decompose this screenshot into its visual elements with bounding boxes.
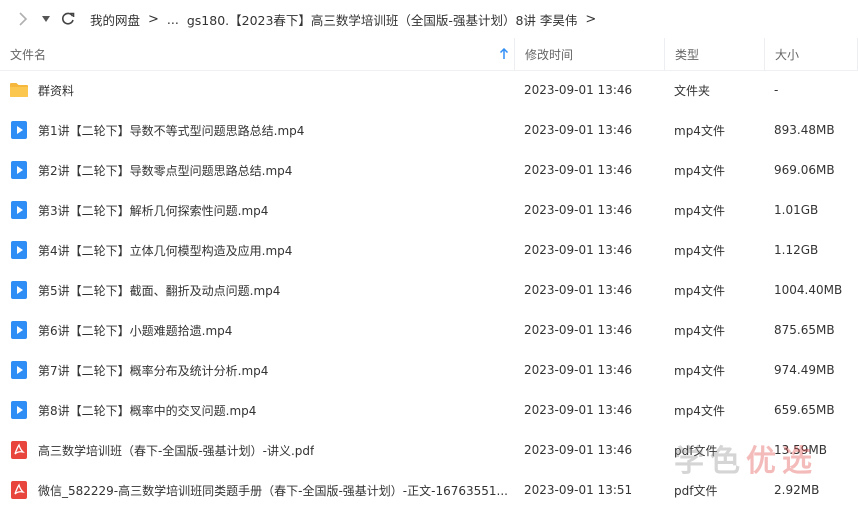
file-row[interactable]: 第6讲【二轮下】小题难题拾遗.mp4 2023-09-01 13:46 mp4文… bbox=[0, 310, 858, 350]
file-row[interactable]: 第3讲【二轮下】解析几何探索性问题.mp4 2023-09-01 13:46 m… bbox=[0, 190, 858, 230]
folder-icon bbox=[10, 83, 28, 97]
file-name[interactable]: 高三数学培训班（春下-全国版-强基计划）-讲义.pdf bbox=[38, 442, 314, 459]
file-modified: 2023-09-01 13:46 bbox=[524, 283, 633, 297]
breadcrumb: 我的网盘 > ... gs180.【2023春下】高三数学培训班（全国版-强基计… bbox=[90, 10, 604, 29]
watermark-logo: 学色 优选 bbox=[674, 436, 818, 480]
file-size: - bbox=[774, 83, 779, 97]
file-row[interactable]: 第7讲【二轮下】概率分布及统计分析.mp4 2023-09-01 13:46 m… bbox=[0, 350, 858, 390]
column-header-size-label: 大小 bbox=[775, 47, 800, 62]
video-icon bbox=[11, 161, 27, 179]
file-name-cell: 微信_582229-高三数学培训班同类题手册（春下-全国版-强基计划）-正文-1… bbox=[0, 480, 515, 500]
file-name[interactable]: 第7讲【二轮下】概率分布及统计分析.mp4 bbox=[38, 362, 268, 379]
file-name-cell: 第6讲【二轮下】小题难题拾遗.mp4 bbox=[0, 320, 515, 340]
history-dropdown-button[interactable] bbox=[36, 0, 56, 38]
file-size: 1.01GB bbox=[774, 203, 819, 217]
file-name-cell: 高三数学培训班（春下-全国版-强基计划）-讲义.pdf bbox=[0, 440, 515, 460]
file-size: 1004.40MB bbox=[774, 283, 843, 297]
column-header-size[interactable]: 大小 bbox=[765, 38, 858, 70]
file-type: mp4文件 bbox=[674, 403, 725, 418]
video-icon bbox=[11, 281, 27, 299]
column-header-type-label: 类型 bbox=[675, 47, 700, 62]
chevron-right-icon bbox=[19, 12, 28, 26]
file-name[interactable]: 第2讲【二轮下】导数零点型问题思路总结.mp4 bbox=[38, 162, 292, 179]
file-type: mp4文件 bbox=[674, 323, 725, 338]
file-modified: 2023-09-01 13:46 bbox=[524, 363, 633, 377]
file-name[interactable]: 第1讲【二轮下】导数不等式型问题思路总结.mp4 bbox=[38, 122, 304, 139]
breadcrumb-root[interactable]: 我的网盘 bbox=[90, 10, 140, 29]
file-name[interactable]: 第3讲【二轮下】解析几何探索性问题.mp4 bbox=[38, 202, 268, 219]
sort-ascending-icon[interactable] bbox=[499, 48, 509, 60]
file-type: mp4文件 bbox=[674, 283, 725, 298]
file-size: 1.12GB bbox=[774, 243, 819, 257]
file-name-cell: 第5讲【二轮下】截面、翻折及动点问题.mp4 bbox=[0, 280, 515, 300]
video-icon bbox=[11, 121, 27, 139]
file-name[interactable]: 第8讲【二轮下】概率中的交叉问题.mp4 bbox=[38, 402, 256, 419]
file-name-cell: 第3讲【二轮下】解析几何探索性问题.mp4 bbox=[0, 200, 515, 220]
file-row[interactable]: 群资料 2023-09-01 13:46 文件夹 - bbox=[0, 70, 858, 110]
file-type: mp4文件 bbox=[674, 243, 725, 258]
file-modified: 2023-09-01 13:51 bbox=[524, 483, 633, 497]
file-name-cell: 第1讲【二轮下】导数不等式型问题思路总结.mp4 bbox=[0, 120, 515, 140]
file-list-header: 文件名 修改时间 类型 大小 bbox=[0, 38, 858, 71]
file-type: mp4文件 bbox=[674, 123, 725, 138]
file-name[interactable]: 第5讲【二轮下】截面、翻折及动点问题.mp4 bbox=[38, 282, 280, 299]
column-header-name[interactable]: 文件名 bbox=[0, 38, 515, 70]
breadcrumb-current-folder[interactable]: gs180.【2023春下】高三数学培训班（全国版-强基计划）8讲 李昊伟 bbox=[187, 10, 578, 29]
file-name-cell: 第4讲【二轮下】立体几何模型构造及应用.mp4 bbox=[0, 240, 515, 260]
file-size: 893.48MB bbox=[774, 123, 835, 137]
refresh-button[interactable] bbox=[56, 0, 80, 38]
navigation-toolbar: 我的网盘 > ... gs180.【2023春下】高三数学培训班（全国版-强基计… bbox=[0, 0, 858, 38]
file-size: 659.65MB bbox=[774, 403, 835, 417]
video-icon bbox=[11, 361, 27, 379]
video-icon bbox=[11, 321, 27, 339]
breadcrumb-separator-icon[interactable]: > bbox=[585, 12, 596, 27]
file-row[interactable]: 第2讲【二轮下】导数零点型问题思路总结.mp4 2023-09-01 13:46… bbox=[0, 150, 858, 190]
caret-down-icon bbox=[42, 16, 50, 22]
video-icon bbox=[11, 241, 27, 259]
file-name-cell: 第7讲【二轮下】概率分布及统计分析.mp4 bbox=[0, 360, 515, 380]
column-header-modified[interactable]: 修改时间 bbox=[515, 38, 665, 70]
column-header-type[interactable]: 类型 bbox=[665, 38, 765, 70]
refresh-icon bbox=[62, 12, 75, 25]
file-row[interactable]: 第8讲【二轮下】概率中的交叉问题.mp4 2023-09-01 13:46 mp… bbox=[0, 390, 858, 430]
file-type: mp4文件 bbox=[674, 203, 725, 218]
file-name[interactable]: 第6讲【二轮下】小题难题拾遗.mp4 bbox=[38, 322, 232, 339]
watermark-text-gray: 学色 bbox=[674, 444, 746, 479]
column-header-modified-label: 修改时间 bbox=[525, 47, 574, 62]
pdf-icon bbox=[11, 441, 27, 459]
file-type: pdf文件 bbox=[674, 483, 718, 498]
file-modified: 2023-09-01 13:46 bbox=[524, 123, 633, 137]
file-modified: 2023-09-01 13:46 bbox=[524, 323, 633, 337]
file-size: 969.06MB bbox=[774, 163, 835, 177]
file-type: mp4文件 bbox=[674, 363, 725, 378]
pdf-icon bbox=[11, 481, 27, 499]
file-name[interactable]: 群资料 bbox=[38, 82, 74, 99]
file-type: 文件夹 bbox=[674, 83, 711, 98]
video-icon bbox=[11, 401, 27, 419]
breadcrumb-ellipsis[interactable]: ... bbox=[167, 12, 179, 27]
file-name-cell: 第2讲【二轮下】导数零点型问题思路总结.mp4 bbox=[0, 160, 515, 180]
file-modified: 2023-09-01 13:46 bbox=[524, 443, 633, 457]
file-name-cell: 第8讲【二轮下】概率中的交叉问题.mp4 bbox=[0, 400, 515, 420]
file-modified: 2023-09-01 13:46 bbox=[524, 163, 633, 177]
file-modified: 2023-09-01 13:46 bbox=[524, 203, 633, 217]
file-modified: 2023-09-01 13:46 bbox=[524, 83, 633, 97]
file-name-cell: 群资料 bbox=[0, 80, 515, 100]
file-name[interactable]: 第4讲【二轮下】立体几何模型构造及应用.mp4 bbox=[38, 242, 292, 259]
file-size: 974.49MB bbox=[774, 363, 835, 377]
file-name[interactable]: 微信_582229-高三数学培训班同类题手册（春下-全国版-强基计划）-正文-1… bbox=[38, 482, 508, 499]
file-modified: 2023-09-01 13:46 bbox=[524, 243, 633, 257]
breadcrumb-separator-icon: > bbox=[148, 11, 159, 27]
file-type: mp4文件 bbox=[674, 163, 725, 178]
watermark-text-red: 优选 bbox=[746, 444, 818, 479]
file-size: 2.92MB bbox=[774, 483, 820, 497]
back-button[interactable] bbox=[10, 0, 36, 38]
file-modified: 2023-09-01 13:46 bbox=[524, 403, 633, 417]
file-size: 875.65MB bbox=[774, 323, 835, 337]
column-header-name-label: 文件名 bbox=[10, 47, 47, 62]
video-icon bbox=[11, 201, 27, 219]
file-row[interactable]: 第5讲【二轮下】截面、翻折及动点问题.mp4 2023-09-01 13:46 … bbox=[0, 270, 858, 310]
file-row[interactable]: 第1讲【二轮下】导数不等式型问题思路总结.mp4 2023-09-01 13:4… bbox=[0, 110, 858, 150]
file-row[interactable]: 第4讲【二轮下】立体几何模型构造及应用.mp4 2023-09-01 13:46… bbox=[0, 230, 858, 270]
